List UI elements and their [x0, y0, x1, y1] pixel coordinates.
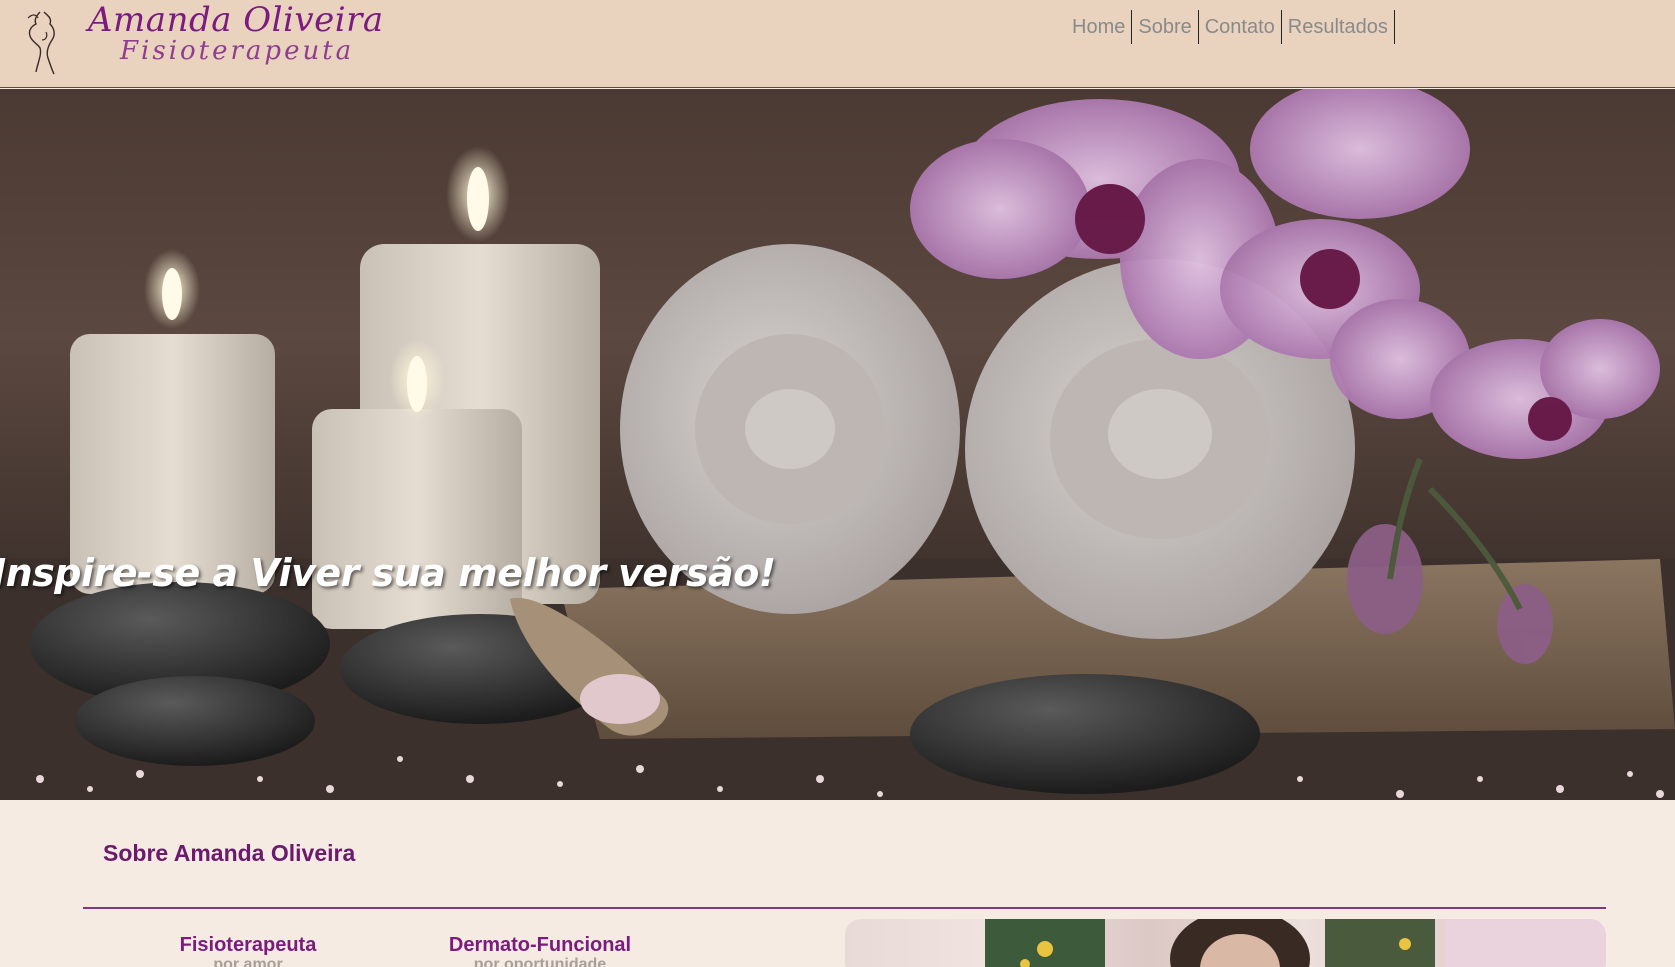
logo-name: Amanda Oliveira	[88, 0, 384, 40]
brand-logo[interactable]: Amanda Oliveira Fisioterapeuta	[88, 0, 383, 80]
logo-subtitle: Fisioterapeuta	[120, 36, 355, 66]
hero-tagline: Inspire-se a Viver sua melhor versão!	[0, 551, 776, 595]
card-title-dermato: Dermato-Funcional	[448, 934, 632, 956]
about-title: Sobre Amanda Oliveira	[103, 840, 356, 866]
card-subtitle-fisioterapeuta: por amor	[213, 956, 283, 967]
hero-spa-image	[0, 89, 1675, 800]
nav-contato[interactable]: Contato	[1199, 10, 1282, 44]
site-header: Amanda Oliveira Fisioterapeuta Home Sobr…	[0, 0, 1675, 88]
nav-home[interactable]: Home	[1070, 10, 1133, 44]
profile-photo-image	[985, 919, 1606, 967]
body-silhouette-icon	[27, 11, 55, 75]
nav-sobre[interactable]: Sobre	[1132, 10, 1199, 44]
hero-banner: Inspire-se a Viver sua melhor versão!	[0, 89, 1675, 800]
card-subtitle-dermato: por oportunidade	[473, 956, 607, 967]
nav-resultados[interactable]: Resultados	[1282, 10, 1395, 44]
section-divider	[83, 907, 1606, 909]
main-nav: Home Sobre Contato Resultados	[1070, 10, 1395, 44]
profile-photo	[845, 919, 1606, 967]
card-title-fisioterapeuta: Fisioterapeuta	[179, 934, 317, 956]
